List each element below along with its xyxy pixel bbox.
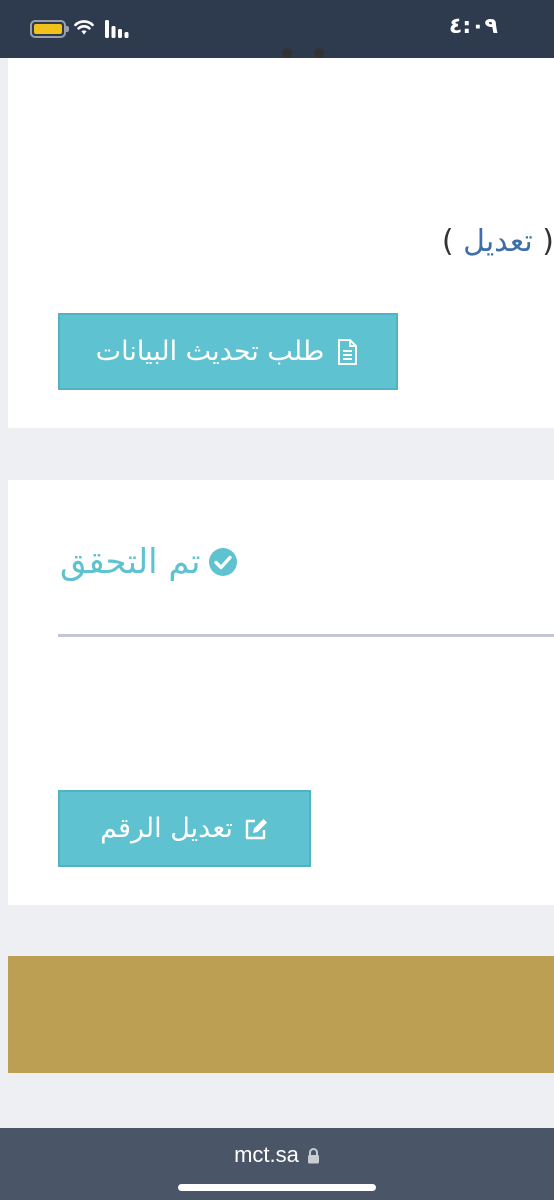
edit-line: ( تعديل ) [442,224,554,259]
edit-link[interactable]: تعديل [463,224,533,259]
status-time: ٤:٠٩ [448,14,498,39]
verified-status: تم التحقق [60,542,238,582]
url-display[interactable]: mct.sa [0,1142,554,1168]
request-data-update-button[interactable]: طلب تحديث البيانات [58,313,398,390]
wifi-icon [74,20,94,35]
document-icon [338,338,358,365]
edit-number-label: تعديل الرقم [100,813,233,844]
edit-number-button[interactable]: تعديل الرقم [58,790,311,867]
edit-close-paren: ) [441,224,454,259]
clipped-heading [248,46,368,64]
edit-pencil-icon [245,818,267,839]
cellular-signal-icon [105,20,129,38]
battery-icon [30,20,69,38]
verified-label: تم التحقق [60,542,201,582]
check-circle-icon [209,548,238,576]
request-data-update-label: طلب تحديث البيانات [95,336,325,367]
battery-level [34,24,62,34]
profile-card: ( تعديل ) طلب تحديث البيانات [8,48,554,428]
home-indicator [178,1184,376,1191]
lock-icon [307,1147,319,1163]
edit-open-paren: ( [542,224,554,259]
phone-field-underline [58,634,554,637]
phone-card: تم التحقق تعديل الرقم [8,480,554,905]
browser-address-bar[interactable]: mct.sa [0,1128,554,1200]
gold-footer-banner [8,956,554,1073]
url-text: mct.sa [234,1142,299,1167]
